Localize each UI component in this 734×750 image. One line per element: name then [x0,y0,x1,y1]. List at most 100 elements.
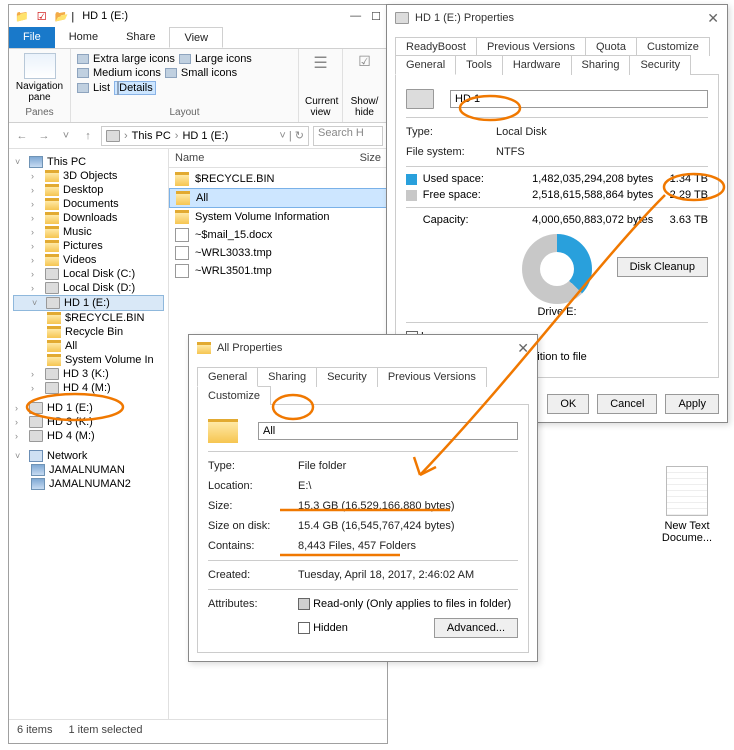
advanced-button[interactable]: Advanced... [434,618,518,638]
home-tab[interactable]: Home [55,27,112,48]
capacity-bytes: 4,000,650,883,072 bytes [507,214,653,226]
tab-hardware[interactable]: Hardware [502,55,572,75]
small-icons[interactable]: Small icons [181,67,237,79]
maximize-button[interactable]: ☐ [371,10,381,23]
details-view[interactable]: Details [119,82,153,94]
file-tab[interactable]: File [9,27,55,48]
tree-item[interactable]: ›Documents [13,197,164,211]
forward-button[interactable]: → [35,127,53,145]
share-tab[interactable]: Share [112,27,169,48]
status-selected: 1 item selected [68,724,142,736]
tree-item[interactable]: JAMALNUMAN [13,463,164,477]
disk-cleanup-button[interactable]: Disk Cleanup [617,257,708,277]
address-bar: ← → ˅ ↑ › This PC› HD 1 (E:) ˅ | ↻ Searc… [9,123,387,149]
list-item[interactable]: ~WRL3033.tmp [169,244,387,262]
tab-previous-versions[interactable]: Previous Versions [377,367,487,387]
extra-large-icons[interactable]: Extra large icons [93,53,175,65]
tree-item[interactable]: ›Videos [13,253,164,267]
tab-customize[interactable]: Customize [636,37,710,56]
folder-properties-dialog: All Properties ✕ General Sharing Security… [188,334,538,662]
drive-name-input[interactable]: HD 1 [450,90,708,108]
tree-item[interactable]: ›HD 4 (M:) [13,429,164,443]
tab-security[interactable]: Security [629,55,691,75]
cancel-button[interactable]: Cancel [597,394,657,414]
col-size[interactable]: Size [360,152,381,164]
qat-icon[interactable]: ☑ [37,10,47,23]
view-tab[interactable]: View [169,27,223,48]
tree-item[interactable]: ›Music [13,225,164,239]
tab-customize[interactable]: Customize [197,386,271,405]
desktop-file-item[interactable]: New Text Docume... [654,466,720,544]
readonly-checkbox[interactable] [298,598,310,610]
tab-general[interactable]: General [197,367,258,387]
tree-item[interactable]: ›HD 4 (M:) [13,381,164,395]
hidden-checkbox[interactable] [298,622,310,634]
tab-sharing[interactable]: Sharing [257,367,317,387]
capacity-human: 3.63 TB [659,214,708,226]
list-item[interactable]: ~$mail_15.docx [169,226,387,244]
dialog-title: HD 1 (E:) Properties [415,12,514,24]
close-button[interactable]: ✕ [707,10,719,27]
tree-item[interactable]: System Volume In [13,353,164,367]
tree-item[interactable]: $RECYCLE.BIN [13,311,164,325]
show-hide-icon[interactable]: ☑ [349,53,380,70]
folder-size: 15.3 GB (16,529,166,880 bytes) [298,500,455,512]
back-button[interactable]: ← [13,127,31,145]
tree-item[interactable]: ›Downloads [13,211,164,225]
current-view-icon[interactable]: ☰ [305,53,336,73]
tab-general[interactable]: General [395,55,456,75]
tab-quota[interactable]: Quota [585,37,637,56]
tree-item[interactable]: Recycle Bin [13,325,164,339]
tree-item-selected[interactable]: ˅HD 1 (E:) [13,295,164,311]
list-item-selected[interactable]: All [169,188,387,208]
folder-name-input[interactable]: All [258,422,518,440]
search-input[interactable]: Search H [313,126,383,146]
list-item[interactable]: $RECYCLE.BIN [169,170,387,188]
apply-button[interactable]: Apply [665,394,719,414]
tree-item[interactable]: ›HD 1 (E:) [13,401,164,415]
tree-this-pc[interactable]: This PC [47,156,86,168]
folder-icon [208,419,238,443]
tree-item[interactable]: ›HD 3 (K:) [13,415,164,429]
tree-item[interactable]: All [13,339,164,353]
breadcrumb[interactable]: › This PC› HD 1 (E:) ˅ | ↻ [101,126,309,146]
tree-item[interactable]: JAMALNUMAN2 [13,477,164,491]
list-view[interactable]: List [93,82,110,94]
usage-pie-chart [522,234,592,304]
tree-item[interactable]: ›Desktop [13,183,164,197]
history-button[interactable]: ˅ [57,127,75,145]
tree-item[interactable]: ›Pictures [13,239,164,253]
free-bytes: 2,518,615,588,864 bytes [507,189,653,201]
navigation-pane-button[interactable]: Navigation pane [15,53,64,103]
medium-icons[interactable]: Medium icons [93,67,161,79]
file-system: NTFS [496,146,525,158]
titlebar: 📁 ☑ 📂 | HD 1 (E:) — ☐ [9,5,387,27]
large-icons[interactable]: Large icons [195,53,252,65]
dialog-title: All Properties [217,342,282,354]
close-button[interactable]: ✕ [517,340,529,357]
tab-previous-versions[interactable]: Previous Versions [476,37,586,56]
navigation-pane-icon [24,53,56,79]
list-item[interactable]: ~WRL3501.tmp [169,262,387,280]
minimize-button[interactable]: — [350,10,361,23]
drive-type: Local Disk [496,126,547,138]
tree-item[interactable]: ›HD 3 (K:) [13,367,164,381]
window-title: HD 1 (E:) [82,10,128,22]
folder-contains: 8,443 Files, 457 Folders [298,540,416,552]
tab-readyboost[interactable]: ReadyBoost [395,37,477,56]
ok-button[interactable]: OK [547,394,589,414]
list-item[interactable]: System Volume Information [169,208,387,226]
tab-security[interactable]: Security [316,367,378,387]
up-button[interactable]: ↑ [79,127,97,145]
tree-item[interactable]: ›Local Disk (C:) [13,267,164,281]
tree-network[interactable]: ˅Network [13,449,164,463]
tab-tools[interactable]: Tools [455,55,503,75]
status-items: 6 items [17,724,52,736]
layout-group-label: Layout [77,107,292,118]
tree-item[interactable]: ›Local Disk (D:) [13,281,164,295]
tab-sharing[interactable]: Sharing [571,55,631,75]
panes-group-label: Panes [15,107,64,118]
used-human: 1.34 TB [659,173,708,185]
col-name[interactable]: Name [175,152,360,164]
tree-item[interactable]: ›3D Objects [13,169,164,183]
